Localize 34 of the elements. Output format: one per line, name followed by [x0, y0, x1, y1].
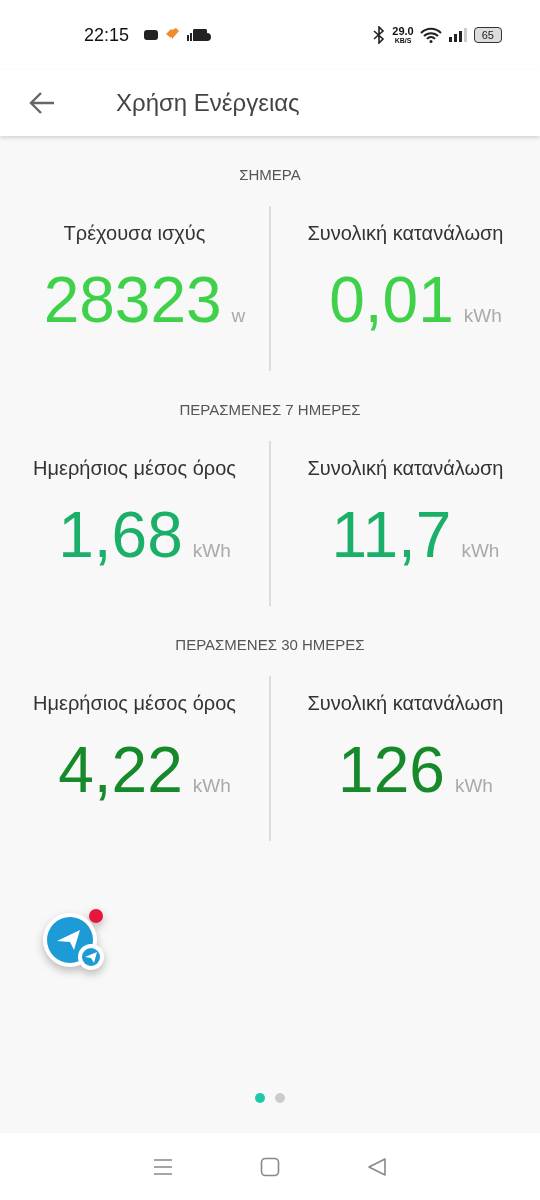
stat-label: Συνολική κατανάλωση [307, 457, 504, 480]
unit-label: kWh [192, 775, 231, 797]
screen-title: Χρήση Ενέργειας [116, 89, 300, 117]
unit-label: w [231, 305, 246, 327]
cloud-icon [187, 29, 212, 41]
stat-value: 1,68 [58, 498, 183, 572]
unit-label: kWh [454, 775, 493, 797]
section-heading: ΣΗΜΕΡΑ [239, 166, 301, 185]
signal-icon [447, 28, 468, 42]
stat-value: 126 [338, 733, 445, 807]
unit-label: kWh [192, 540, 231, 562]
back-triangle-icon[interactable] [366, 1156, 387, 1177]
page-dot[interactable] [255, 1093, 265, 1103]
status-time: 22:15 [84, 24, 130, 46]
unit-label: kWh [463, 305, 502, 327]
section-heading: ΠΕΡΑΣΜΕΝΕΣ 30 ΗΜΕΡΕΣ [175, 636, 365, 655]
stat-value: 4,22 [58, 733, 183, 807]
stat-label: Συνολική κατανάλωση [307, 692, 504, 715]
section-heading: ΠΕΡΑΣΜΕΝΕΣ 7 ΗΜΕΡΕΣ [179, 401, 361, 420]
unit-label: kWh [461, 540, 500, 562]
stat-label: Ημερήσιος μέσος όρος [33, 692, 236, 715]
page-dot[interactable] [275, 1093, 285, 1103]
stat-label: Συνολική κατανάλωση [307, 222, 504, 245]
stat-label: Τρέχουσα ισχύς [63, 222, 206, 245]
bluetooth-icon [372, 26, 387, 44]
menu-icon[interactable] [153, 1157, 174, 1176]
wifi-icon [419, 27, 442, 43]
battery-indicator: 65 [473, 27, 502, 43]
stat-value: 0,01 [329, 263, 454, 337]
stat-label: Ημερήσιος μέσος όρος [33, 457, 236, 480]
stat-value: 11,7 [331, 498, 452, 572]
back-icon[interactable] [28, 91, 56, 115]
home-icon[interactable] [260, 1156, 280, 1177]
stat-value: 28323 [43, 263, 222, 337]
